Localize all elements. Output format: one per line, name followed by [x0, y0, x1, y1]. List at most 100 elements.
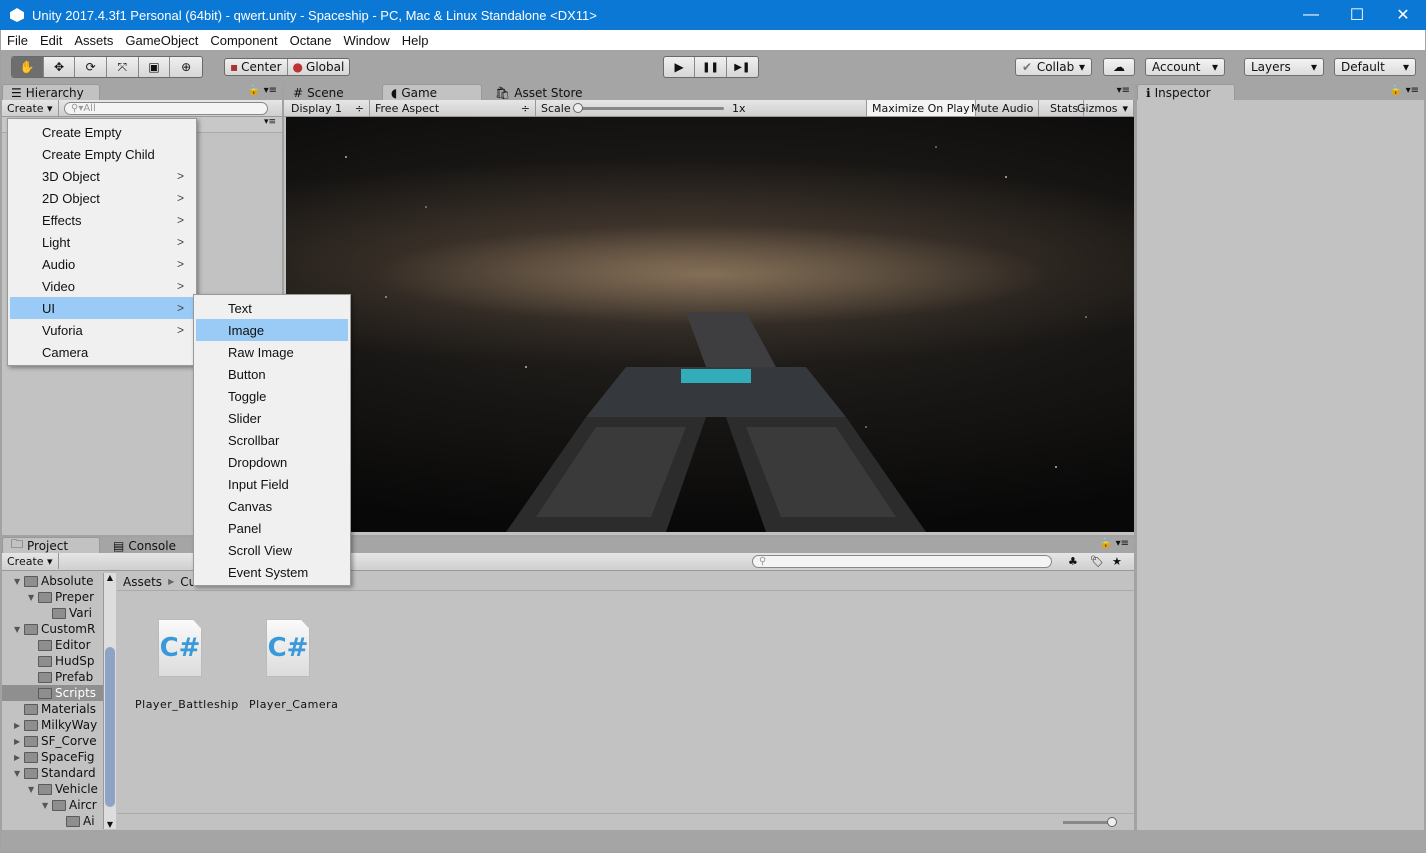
expand-arrow-icon[interactable]: ▼	[28, 593, 38, 602]
project-create-button[interactable]: Create ▾	[2, 553, 59, 569]
menu-gameobject[interactable]: GameObject	[119, 33, 204, 48]
panel-menu-icon[interactable]: ▾≡	[1117, 85, 1130, 96]
menu-assets[interactable]: Assets	[68, 33, 119, 48]
menu-item-light[interactable]: Light >	[10, 231, 194, 253]
folder-absolute[interactable]: ▼ Absolute	[2, 573, 103, 589]
menu-file[interactable]: File	[1, 33, 34, 48]
menu-help[interactable]: Help	[396, 33, 435, 48]
account-dropdown[interactable]: Account ▾	[1145, 58, 1225, 76]
menu-item-create-empty[interactable]: Create Empty	[10, 121, 194, 143]
tab-inspector[interactable]: ℹ Inspector	[1137, 84, 1235, 100]
rotate-tool-button[interactable]: ⟳	[75, 57, 108, 77]
folder-editor[interactable]: Editor	[2, 637, 103, 653]
pivot-center-button[interactable]: ▪ Center	[225, 59, 288, 75]
folder-vehicle[interactable]: ▼ Vehicle	[2, 781, 103, 797]
minimize-button[interactable]: —	[1288, 0, 1334, 30]
folder-scripts[interactable]: Scripts	[2, 685, 103, 701]
expand-arrow-icon[interactable]: ▼	[42, 801, 52, 810]
menu-item-scrollbar[interactable]: Scrollbar	[196, 429, 348, 451]
expand-arrow-icon[interactable]: ▶	[14, 737, 24, 746]
menu-item-vuforia[interactable]: Vuforia >	[10, 319, 194, 341]
tab-game[interactable]: ◖ Game	[382, 84, 482, 100]
menu-item-dropdown[interactable]: Dropdown	[196, 451, 348, 473]
menu-item-audio[interactable]: Audio >	[10, 253, 194, 275]
collab-button[interactable]: ✔ Collab ▾	[1015, 58, 1092, 76]
tab-hierarchy[interactable]: ☰ Hierarchy	[2, 84, 100, 100]
panel-menu-icon[interactable]: ▾≡	[264, 117, 276, 127]
menu-edit[interactable]: Edit	[34, 33, 68, 48]
menu-item-video[interactable]: Video >	[10, 275, 194, 297]
expand-arrow-icon[interactable]: ▼	[14, 577, 24, 586]
transform-tool-button[interactable]: ⊕	[170, 57, 202, 77]
filter-label-icon[interactable]: 🏷	[1090, 555, 1104, 568]
panel-menu-icon[interactable]: ▾≡	[1116, 538, 1129, 549]
maximize-button[interactable]: ☐	[1334, 0, 1380, 30]
scale-slider[interactable]	[573, 103, 724, 113]
icon-size-slider[interactable]	[1063, 817, 1117, 827]
menu-item-camera[interactable]: Camera	[10, 341, 194, 363]
filter-type-icon[interactable]: ♣	[1068, 555, 1078, 568]
menu-item-toggle[interactable]: Toggle	[196, 385, 348, 407]
folder-prefab[interactable]: Prefab	[2, 669, 103, 685]
scale-slider-handle[interactable]	[573, 103, 583, 113]
game-viewport[interactable]	[286, 117, 1134, 532]
move-tool-button[interactable]: ✥	[44, 57, 76, 77]
breadcrumb-assets[interactable]: Assets	[123, 575, 162, 589]
menu-item-raw-image[interactable]: Raw Image	[196, 341, 348, 363]
menu-item-create-empty-child[interactable]: Create Empty Child	[10, 143, 194, 165]
step-button[interactable]: ▶❚	[727, 57, 758, 77]
hand-tool-button[interactable]: ✋	[12, 57, 44, 77]
pivot-global-button[interactable]: ● Global	[288, 59, 350, 75]
menu-item-image[interactable]: Image	[196, 319, 348, 341]
play-button[interactable]: ▶	[664, 57, 696, 77]
favorite-star-icon[interactable]: ★	[1112, 555, 1122, 568]
csharp-script-icon[interactable]: C#	[266, 619, 310, 677]
menu-item-ui[interactable]: UI >	[10, 297, 194, 319]
display-dropdown[interactable]: Display 1 ÷	[286, 100, 370, 116]
scroll-down-icon[interactable]: ▼	[104, 820, 116, 829]
lock-icon[interactable]: 🔒	[248, 85, 260, 96]
panel-menu-icon[interactable]: ▾≡	[264, 85, 277, 96]
lock-icon[interactable]: 🔒	[1100, 538, 1112, 549]
folder-ai[interactable]: Ai	[2, 813, 103, 829]
menu-item-panel[interactable]: Panel	[196, 517, 348, 539]
menu-item-effects[interactable]: Effects >	[10, 209, 194, 231]
hierarchy-search-input[interactable]: ⚲▾ All	[64, 102, 268, 115]
expand-arrow-icon[interactable]: ▼	[14, 625, 24, 634]
scale-tool-button[interactable]: ⤧	[107, 57, 139, 77]
menu-item-button[interactable]: Button	[196, 363, 348, 385]
pause-button[interactable]: ❚❚	[695, 57, 727, 77]
rect-tool-button[interactable]: ▣	[139, 57, 171, 77]
menu-item-text[interactable]: Text	[196, 297, 348, 319]
expand-arrow-icon[interactable]: ▶	[14, 721, 24, 730]
tree-scrollbar[interactable]: ▲ ▼	[103, 573, 116, 829]
project-search-input[interactable]: ⚲	[752, 555, 1052, 568]
cloud-button[interactable]: ☁	[1103, 58, 1135, 76]
maximize-on-play-toggle[interactable]: Maximize On Play	[866, 100, 976, 116]
menu-octane[interactable]: Octane	[284, 33, 338, 48]
folder-vari[interactable]: Vari	[2, 605, 103, 621]
menu-item-event-system[interactable]: Event System	[196, 561, 348, 583]
tab-project[interactable]: 🗀 Project	[2, 537, 100, 553]
menu-component[interactable]: Component	[204, 33, 283, 48]
tab-console[interactable]: ▤ Console	[104, 537, 200, 553]
menu-item-3d-object[interactable]: 3D Object >	[10, 165, 194, 187]
folder-spacefig[interactable]: ▶ SpaceFig	[2, 749, 103, 765]
folder-aircr[interactable]: ▼ Aircr	[2, 797, 103, 813]
gizmos-dropdown[interactable]: Gizmos ▾	[1072, 100, 1134, 116]
menu-window[interactable]: Window	[338, 33, 396, 48]
csharp-script-icon[interactable]: C#	[158, 619, 202, 677]
aspect-dropdown[interactable]: Free Aspect ÷	[370, 100, 536, 116]
tab-scene[interactable]: # Scene	[284, 84, 380, 100]
icon-size-slider-handle[interactable]	[1107, 817, 1117, 827]
folder-sf-corve[interactable]: ▶ SF_Corve	[2, 733, 103, 749]
panel-menu-icon[interactable]: ▾≡	[1406, 85, 1419, 96]
folder-preper[interactable]: ▼ Preper	[2, 589, 103, 605]
tab-asset-store[interactable]: 🛍 Asset Store	[486, 84, 596, 100]
asset-player-battleship[interactable]: Player_Battleship	[135, 698, 239, 711]
layout-dropdown[interactable]: Default ▾	[1334, 58, 1416, 76]
expand-arrow-icon[interactable]: ▶	[14, 753, 24, 762]
mute-audio-toggle[interactable]: Mute Audio	[966, 100, 1040, 116]
expand-arrow-icon[interactable]: ▼	[14, 769, 24, 778]
lock-icon[interactable]: 🔒	[1390, 85, 1402, 96]
